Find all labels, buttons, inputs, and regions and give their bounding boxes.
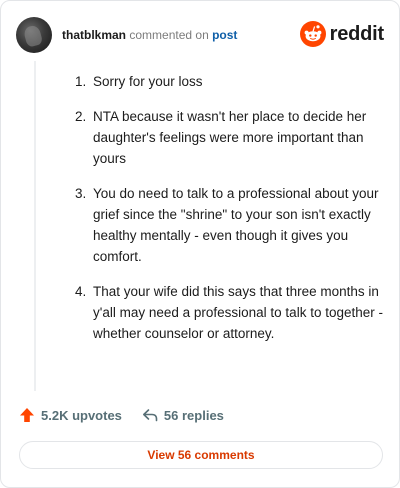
comment-header: thatblkman commented on post reddit (16, 17, 384, 53)
list-item: 2. NTA because it wasn't her place to dec… (75, 106, 393, 169)
replies-button[interactable]: 56 replies (142, 407, 224, 423)
comment-body: 1. Sorry for your loss 2. NTA because it w… (75, 71, 393, 358)
list-item-number: 1. (75, 74, 87, 89)
list-item-text: Sorry for your loss (93, 74, 203, 89)
upvote-button[interactable]: 5.2K upvotes (19, 407, 122, 423)
list-item-text: That your wife did this says that three … (93, 284, 383, 341)
replies-count: 56 replies (163, 407, 224, 423)
upvote-arrow-icon (20, 408, 34, 422)
list-item: 1. Sorry for your loss (75, 71, 393, 92)
comment-meta: thatblkman commented on post (62, 27, 237, 43)
view-comments-button[interactable]: View 56 comments (19, 441, 383, 469)
avatar[interactable] (16, 17, 52, 53)
reddit-wordmark: reddit (329, 22, 385, 45)
list-item-text: NTA because it wasn't her place to decid… (93, 109, 367, 166)
list-item-number: 2. (75, 109, 87, 124)
list-item: 4. That your wife did this says that thre… (75, 281, 393, 344)
comment-card: thatblkman commented on post reddit 1. So… (0, 0, 400, 488)
list-item-number: 4. (75, 284, 87, 299)
reddit-snoo-icon (299, 21, 326, 47)
post-link[interactable]: post (212, 28, 237, 42)
thread-line[interactable] (34, 61, 36, 391)
commented-on-text: commented on (129, 28, 209, 42)
list-item-text: You do need to talk to a professional ab… (93, 186, 379, 264)
avatar-image (22, 24, 44, 48)
comment-actions: 5.2K upvotes 56 replies (19, 405, 224, 425)
list-item: 3. You do need to talk to a professional … (75, 183, 393, 267)
reddit-logo[interactable]: reddit (299, 19, 385, 49)
reply-arrow-icon (142, 409, 158, 422)
list-item-number: 3. (75, 186, 87, 201)
upvote-count: 5.2K upvotes (41, 407, 122, 423)
username-link[interactable]: thatblkman (62, 28, 126, 42)
